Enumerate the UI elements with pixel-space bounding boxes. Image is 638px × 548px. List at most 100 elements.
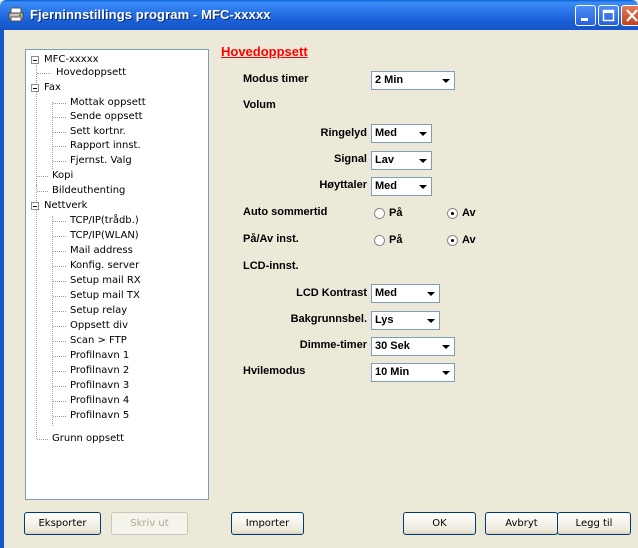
tree-line	[37, 176, 48, 177]
tree-item-fax[interactable]: Fax	[28, 81, 63, 95]
paav-label: På/Av inst.	[243, 233, 299, 245]
tree-item-tcpip-wired[interactable]: TCP/IP(trådb.)	[53, 214, 141, 228]
tree-item-fjernst[interactable]: Fjernst. Valg	[53, 154, 134, 168]
paav-off-label: Av	[462, 234, 476, 246]
dimme-timer-value: 30 Sek	[375, 340, 410, 352]
maximize-button[interactable]	[598, 5, 619, 26]
dimme-timer-select[interactable]: 30 Sek	[371, 337, 455, 356]
tree-line	[53, 117, 66, 118]
chevron-down-icon[interactable]	[438, 73, 453, 88]
tree-line	[53, 132, 66, 133]
tree-item-label: Grunn oppsett	[52, 433, 125, 444]
tree-line	[53, 416, 66, 417]
hvilemodus-select[interactable]: 10 Min	[371, 363, 455, 382]
importer-button[interactable]: Importer	[231, 512, 304, 535]
tree-line	[52, 216, 53, 426]
tree-item-profilnavn-4[interactable]: Profilnavn 4	[53, 394, 131, 408]
tree-item-setup-relay[interactable]: Setup relay	[53, 304, 129, 318]
tree-item-label: Rapport innst.	[70, 140, 141, 151]
tree-item-label: Setup mail TX	[70, 290, 140, 301]
lcd-kontrast-value: Med	[375, 287, 397, 299]
collapse-icon[interactable]	[31, 56, 39, 64]
tree-item-nettverk[interactable]: Nettverk	[28, 199, 89, 213]
ringelyd-select[interactable]: Med	[371, 124, 432, 143]
ok-button[interactable]: OK	[403, 512, 476, 535]
tree-item-label: Profilnavn 3	[70, 380, 130, 391]
maximize-icon	[602, 9, 615, 22]
tree-item-profilnavn-2[interactable]: Profilnavn 2	[53, 364, 131, 378]
tree-line	[53, 386, 66, 387]
eksporter-button[interactable]: Eksporter	[24, 512, 101, 535]
lcd-kontrast-select[interactable]: Med	[371, 284, 440, 303]
tree-item-label: TCP/IP(WLAN)	[70, 230, 139, 241]
tree-item-scan-ftp[interactable]: Scan > FTP	[53, 334, 129, 348]
tree-line	[36, 185, 37, 439]
chevron-down-icon[interactable]	[415, 126, 430, 141]
close-button[interactable]	[621, 5, 638, 26]
chevron-down-icon[interactable]	[415, 153, 430, 168]
paav-on-label: På	[389, 234, 403, 246]
modus-timer-select[interactable]: 2 Min	[371, 71, 455, 90]
bakgrunnsbel-value: Lys	[375, 314, 394, 326]
printer-app-icon	[8, 7, 24, 22]
avbryt-button[interactable]: Avbryt	[485, 512, 558, 535]
tree-item-mottak[interactable]: Mottak oppsett	[53, 96, 148, 110]
tree-item-hovedoppsett[interactable]: Hovedoppsett	[37, 66, 129, 80]
close-icon	[626, 9, 638, 22]
ringelyd-label: Ringelyd	[320, 127, 367, 139]
tree-item-profilnavn-1[interactable]: Profilnavn 1	[53, 349, 131, 363]
tree-item-label: Mottak oppsett	[70, 97, 146, 108]
hvilemodus-value: 10 Min	[375, 366, 410, 378]
tree-item-label: Profilnavn 4	[70, 395, 130, 406]
chevron-down-icon[interactable]	[423, 286, 438, 301]
chevron-down-icon[interactable]	[438, 339, 453, 354]
tree-item-profilnavn-5[interactable]: Profilnavn 5	[53, 409, 131, 423]
settings-tree[interactable]: MFC-xxxxx Hovedoppsett Fax Mottak oppset…	[25, 49, 209, 500]
tree-line	[53, 221, 66, 222]
signal-select[interactable]: Lav	[371, 151, 432, 170]
bakgrunnsbel-select[interactable]: Lys	[371, 311, 440, 330]
tree-line	[53, 146, 66, 147]
tree-item-kopi[interactable]: Kopi	[37, 169, 75, 183]
tree-item-tcpip-wlan[interactable]: TCP/IP(WLAN)	[53, 229, 141, 243]
tree-item-label: TCP/IP(trådb.)	[70, 215, 139, 226]
tree-item-profilnavn-3[interactable]: Profilnavn 3	[53, 379, 131, 393]
tree-item-label: Sett kortnr.	[70, 126, 126, 137]
paav-on-radio[interactable]	[374, 235, 385, 246]
skriv-ut-button[interactable]: Skriv ut	[111, 512, 188, 535]
minimize-icon	[581, 18, 588, 21]
auto-sommertid-label: Auto sommertid	[243, 206, 328, 218]
ringelyd-value: Med	[375, 127, 397, 139]
minimize-button[interactable]	[575, 5, 596, 26]
tree-item-setup-mail-rx[interactable]: Setup mail RX	[53, 274, 143, 288]
hoyttaler-select[interactable]: Med	[371, 177, 432, 196]
tree-item-bildeuthenting[interactable]: Bildeuthenting	[37, 184, 127, 198]
chevron-down-icon[interactable]	[415, 179, 430, 194]
lcd-kontrast-label: LCD Kontrast	[296, 287, 367, 299]
modus-timer-label: Modus timer	[243, 73, 309, 85]
tree-item-grunn-oppsett[interactable]: Grunn oppsett	[37, 432, 126, 446]
tree-item-oppsett-div[interactable]: Oppsett div	[53, 319, 130, 333]
tree-line	[53, 341, 66, 342]
paav-off-radio[interactable]	[447, 235, 458, 246]
auto-sommertid-off-radio[interactable]	[447, 208, 458, 219]
chevron-down-icon[interactable]	[423, 313, 438, 328]
collapse-icon[interactable]	[31, 202, 39, 210]
tree-item-sende[interactable]: Sende oppsett	[53, 110, 145, 124]
title-bar[interactable]: Fjerninnstillings program - MFC-xxxxx	[0, 0, 638, 30]
tree-line	[37, 439, 48, 440]
tree-line	[53, 296, 66, 297]
tree-item-label: Profilnavn 5	[70, 410, 130, 421]
tree-item-label: Mail address	[70, 245, 133, 256]
tree-item-root[interactable]: MFC-xxxxx	[28, 53, 101, 67]
tree-item-mail-address[interactable]: Mail address	[53, 244, 135, 258]
tree-item-konfig-server[interactable]: Konfig. server	[53, 259, 141, 273]
tree-item-sett-kortnr[interactable]: Sett kortnr.	[53, 125, 128, 139]
auto-sommertid-on-radio[interactable]	[374, 208, 385, 219]
tree-item-rapport[interactable]: Rapport innst.	[53, 139, 143, 153]
legg-til-button[interactable]: Legg til	[557, 512, 631, 535]
tree-item-setup-mail-tx[interactable]: Setup mail TX	[53, 289, 142, 303]
collapse-icon[interactable]	[31, 84, 39, 92]
chevron-down-icon[interactable]	[438, 365, 453, 380]
hoyttaler-value: Med	[375, 180, 397, 192]
